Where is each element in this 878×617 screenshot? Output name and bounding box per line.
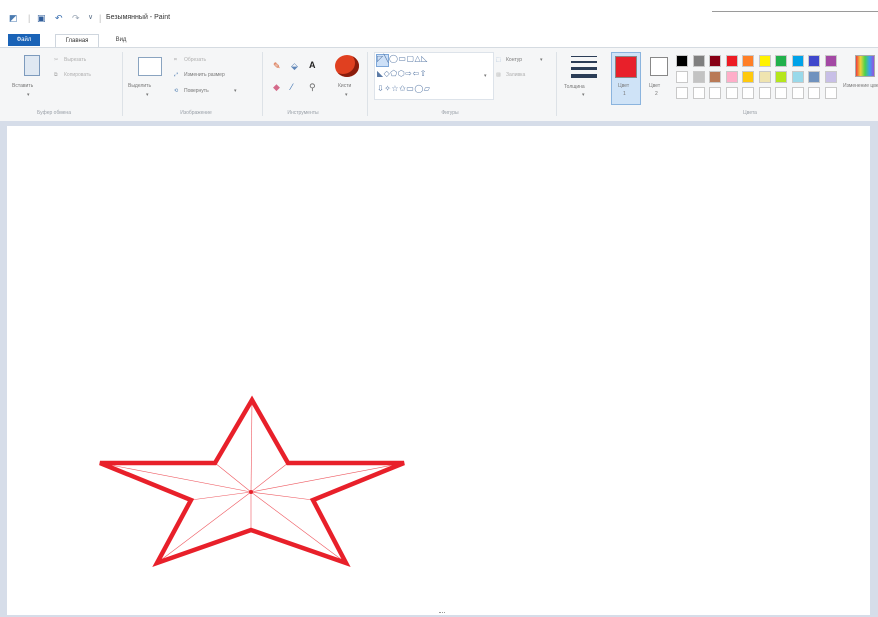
guide-line bbox=[214, 462, 252, 493]
guide-line bbox=[156, 491, 252, 564]
star-center-point bbox=[249, 490, 253, 494]
guide-line bbox=[250, 491, 347, 564]
guide-line bbox=[250, 399, 253, 493]
canvas-resize-handle[interactable] bbox=[439, 612, 445, 616]
guide-line bbox=[250, 462, 405, 493]
guide-line bbox=[250, 462, 289, 493]
star-drawing bbox=[99, 395, 405, 568]
guide-line bbox=[99, 462, 252, 493]
